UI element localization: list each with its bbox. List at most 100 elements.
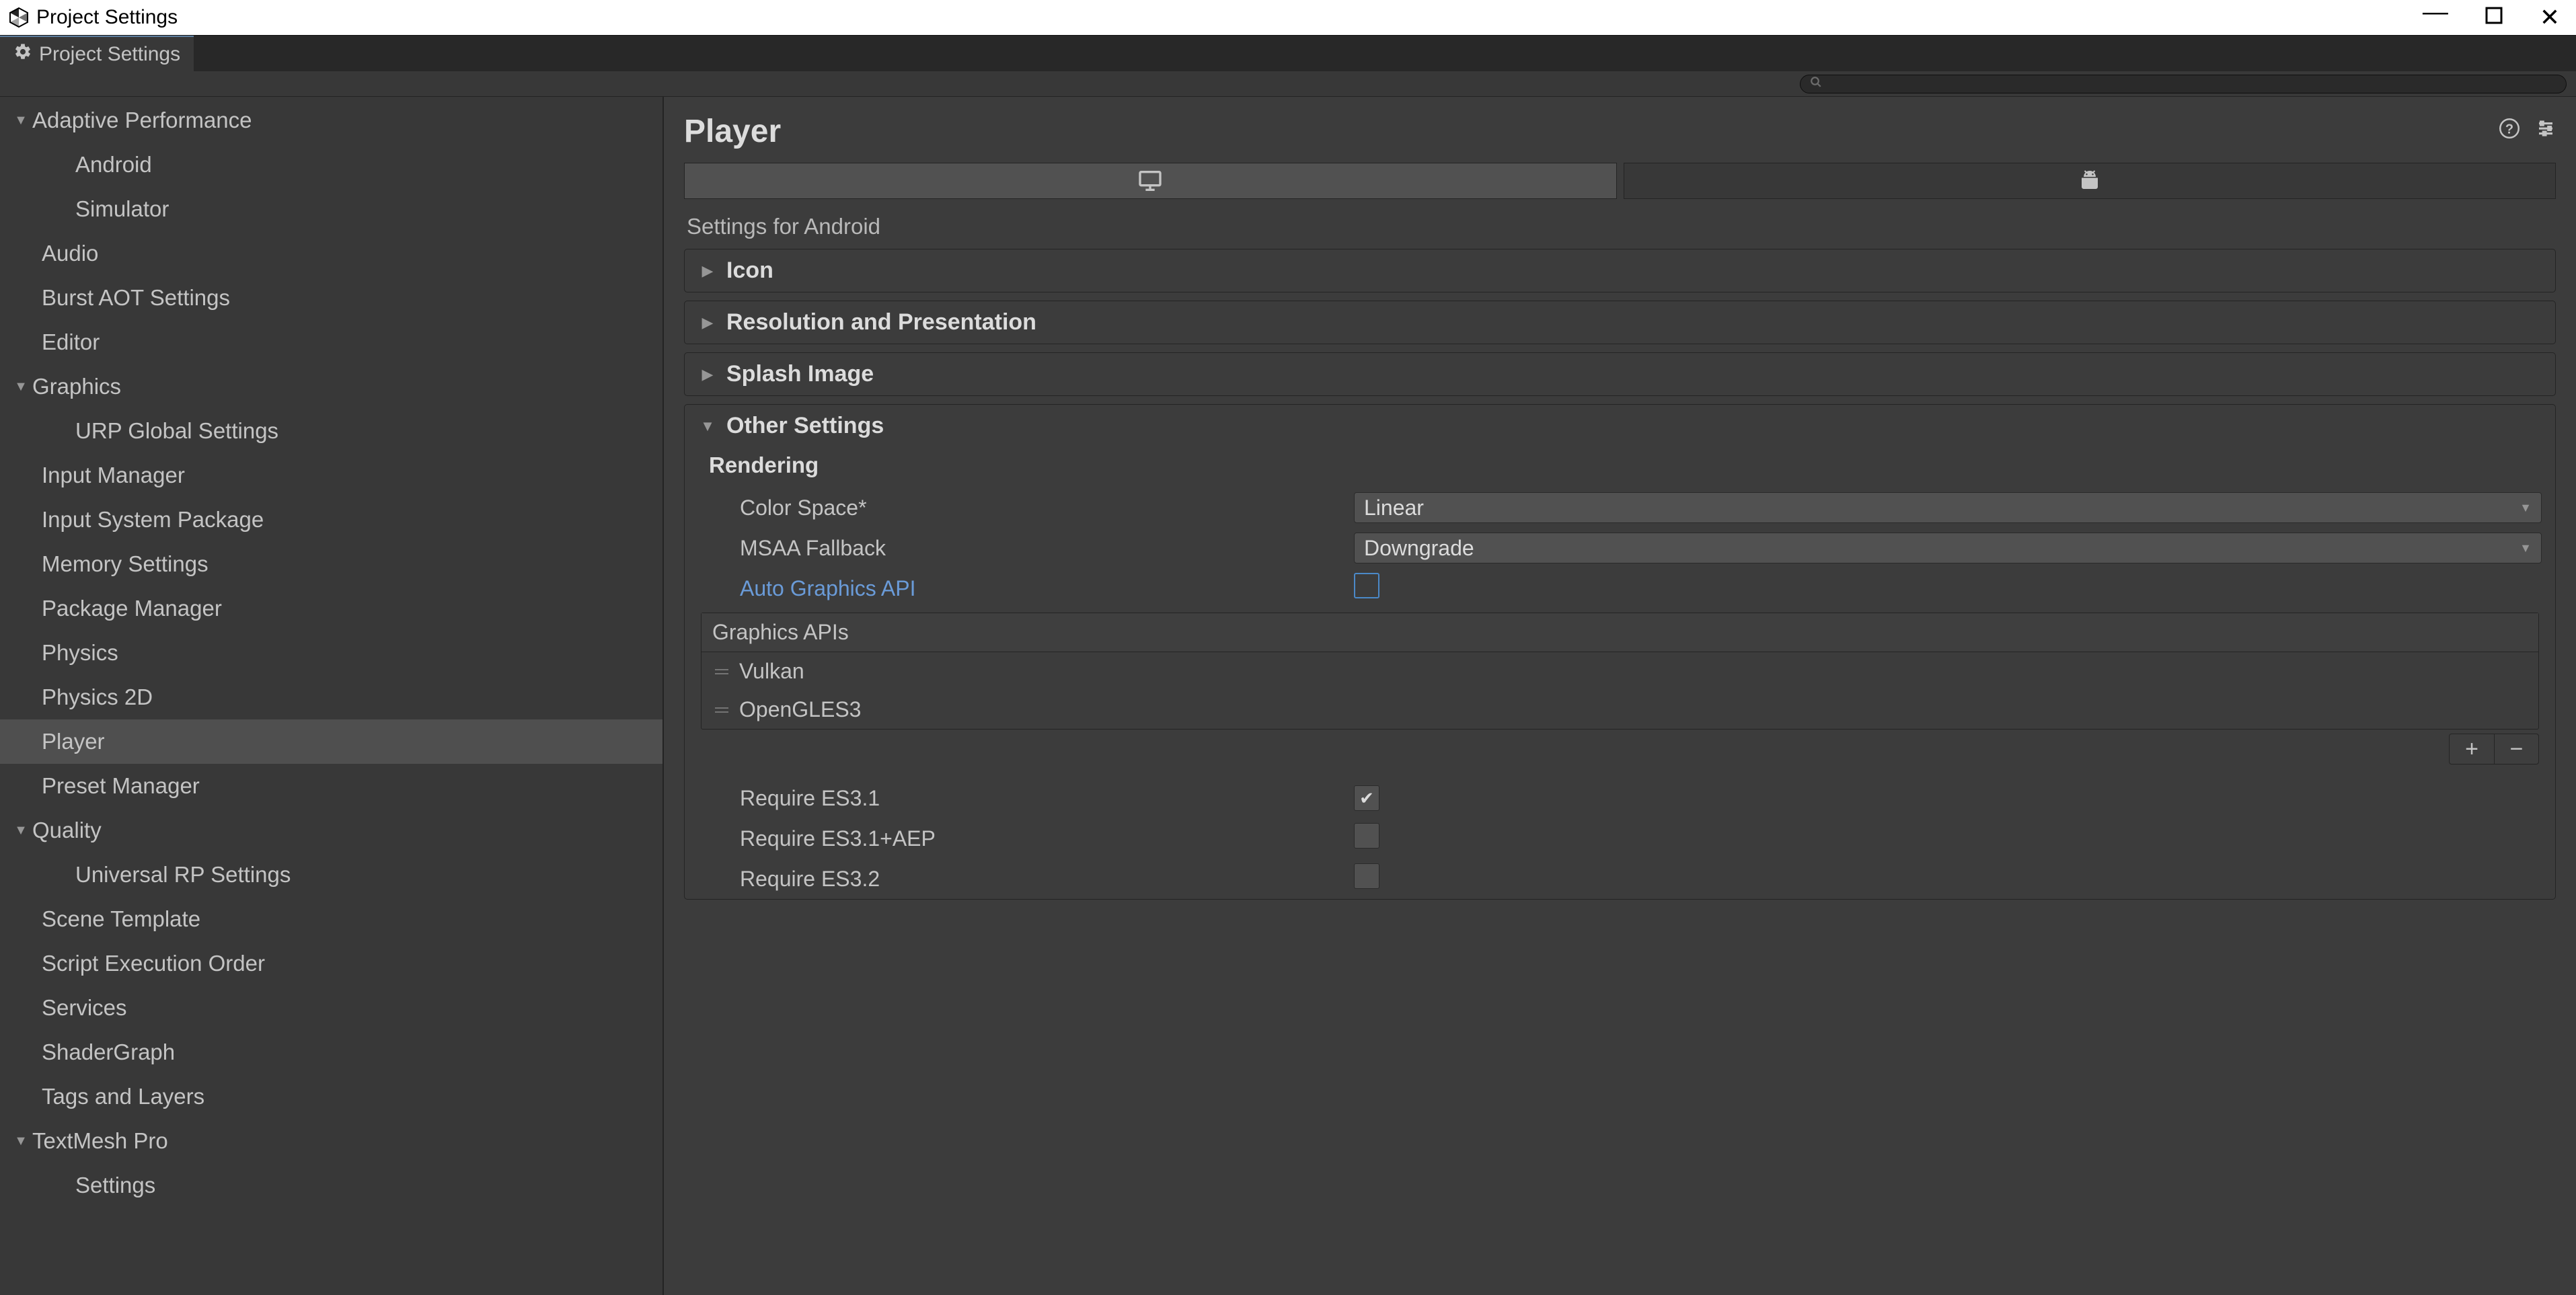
- graphics-apis-list: Graphics APIs Vulkan OpenGLES3: [701, 613, 2539, 730]
- sidebar-item-label: Package Manager: [42, 596, 222, 621]
- chevron-right-icon: ▶: [698, 262, 717, 280]
- color-space-label: Color Space*: [698, 496, 1354, 520]
- rendering-heading: Rendering: [709, 453, 2542, 478]
- project-settings-tab[interactable]: Project Settings: [0, 36, 194, 71]
- search-input[interactable]: [1800, 75, 2567, 93]
- close-button[interactable]: ✕: [2540, 3, 2560, 32]
- window-controls: — ✕: [2423, 3, 2560, 32]
- sidebar-item-label: Player: [42, 729, 105, 754]
- sidebar-item-burst-aot-settings[interactable]: Burst AOT Settings: [0, 276, 662, 320]
- sidebar-item-input-system-package[interactable]: Input System Package: [0, 498, 662, 542]
- sidebar-item-simulator[interactable]: Simulator: [0, 187, 662, 231]
- sidebar-item-physics[interactable]: Physics: [0, 631, 662, 675]
- chevron-down-icon: ▼: [2520, 541, 2532, 555]
- sidebar-item-label: Editor: [42, 329, 100, 355]
- sidebar-item-memory-settings[interactable]: Memory Settings: [0, 542, 662, 586]
- api-name: Vulkan: [739, 659, 804, 684]
- search-icon: [1810, 76, 1822, 91]
- gear-icon: [13, 42, 32, 67]
- sidebar-item-physics-2d[interactable]: Physics 2D: [0, 675, 662, 719]
- sidebar-item-label: Settings: [75, 1173, 155, 1198]
- chevron-down-icon: ▼: [9, 1134, 32, 1149]
- sidebar-item-universal-rp-settings[interactable]: Universal RP Settings: [0, 853, 662, 897]
- sidebar-item-label: Memory Settings: [42, 551, 209, 577]
- sidebar-item-label: Graphics: [32, 374, 121, 399]
- sidebar-item-adaptive-performance[interactable]: ▼Adaptive Performance: [0, 98, 662, 143]
- sidebar-item-input-manager[interactable]: Input Manager: [0, 453, 662, 498]
- auto-graphics-api-checkbox[interactable]: [1354, 573, 1379, 598]
- sidebar-item-label: Physics 2D: [42, 684, 153, 710]
- msaa-fallback-dropdown[interactable]: Downgrade ▼: [1354, 533, 2542, 563]
- graphics-api-item[interactable]: OpenGLES3: [702, 691, 2538, 729]
- help-icon[interactable]: ?: [2499, 118, 2520, 144]
- window-titlebar: Project Settings — ✕: [0, 0, 2576, 35]
- maximize-button[interactable]: [2485, 7, 2503, 29]
- sidebar-item-label: Physics: [42, 640, 118, 666]
- chevron-down-icon: ▼: [9, 379, 32, 395]
- sidebar-item-services[interactable]: Services: [0, 986, 662, 1030]
- sidebar-item-editor[interactable]: Editor: [0, 320, 662, 364]
- sidebar-item-label: Audio: [42, 241, 98, 266]
- sidebar-item-urp-global-settings[interactable]: URP Global Settings: [0, 409, 662, 453]
- chevron-down-icon: ▼: [9, 823, 32, 838]
- auto-graphics-api-label: Auto Graphics API: [698, 576, 1354, 601]
- sidebar-item-tags-and-layers[interactable]: Tags and Layers: [0, 1074, 662, 1119]
- drag-handle-icon[interactable]: [715, 669, 728, 674]
- graphics-api-item[interactable]: Vulkan: [702, 652, 2538, 691]
- foldout-resolution: ▶ Resolution and Presentation: [684, 301, 2556, 344]
- foldout-icon-header[interactable]: ▶ Icon: [698, 258, 2542, 284]
- sidebar-item-label: Burst AOT Settings: [42, 285, 230, 311]
- sidebar-item-quality[interactable]: ▼Quality: [0, 808, 662, 853]
- sidebar-item-package-manager[interactable]: Package Manager: [0, 586, 662, 631]
- sidebar-item-graphics[interactable]: ▼Graphics: [0, 364, 662, 409]
- require-es31aep-label: Require ES3.1+AEP: [698, 826, 1354, 851]
- sidebar-item-settings[interactable]: Settings: [0, 1163, 662, 1208]
- chevron-right-icon: ▶: [698, 314, 717, 331]
- sidebar-item-label: TextMesh Pro: [32, 1128, 168, 1154]
- msaa-fallback-label: MSAA Fallback: [698, 536, 1354, 561]
- unity-logo-icon: [8, 7, 30, 28]
- chevron-down-icon: ▼: [698, 418, 717, 435]
- sidebar-item-textmesh-pro[interactable]: ▼TextMesh Pro: [0, 1119, 662, 1163]
- search-field[interactable]: [1822, 75, 2556, 93]
- drag-handle-icon[interactable]: [715, 707, 728, 713]
- sidebar-item-shadergraph[interactable]: ShaderGraph: [0, 1030, 662, 1074]
- sidebar-item-preset-manager[interactable]: Preset Manager: [0, 764, 662, 808]
- foldout-other-header[interactable]: ▼ Other Settings: [698, 413, 2542, 439]
- sidebar-item-audio[interactable]: Audio: [0, 231, 662, 276]
- foldout-splash-header[interactable]: ▶ Splash Image: [698, 361, 2542, 387]
- platform-tab-standalone[interactable]: [684, 163, 1617, 199]
- require-es31-checkbox[interactable]: [1354, 785, 1379, 811]
- sidebar-item-label: Adaptive Performance: [32, 108, 252, 133]
- graphics-apis-header: Graphics APIs: [702, 613, 2538, 652]
- preset-icon[interactable]: [2536, 118, 2556, 144]
- foldout-resolution-header[interactable]: ▶ Resolution and Presentation: [698, 309, 2542, 336]
- sidebar-item-scene-template[interactable]: Scene Template: [0, 897, 662, 941]
- platform-tab-android[interactable]: [1624, 163, 2556, 199]
- sidebar-item-script-execution-order[interactable]: Script Execution Order: [0, 941, 662, 986]
- minimize-button[interactable]: —: [2423, 0, 2448, 27]
- chevron-down-icon: ▼: [2520, 501, 2532, 515]
- page-title: Player: [684, 113, 781, 150]
- editor-tab-strip: Project Settings: [0, 35, 2576, 71]
- settings-sidebar: ▼Adaptive PerformanceAndroidSimulatorAud…: [0, 97, 664, 1295]
- sidebar-item-player[interactable]: Player: [0, 719, 662, 764]
- sidebar-item-android[interactable]: Android: [0, 143, 662, 187]
- add-button[interactable]: +: [2450, 734, 2494, 764]
- list-footer: + −: [2449, 734, 2539, 764]
- require-es31-label: Require ES3.1: [698, 786, 1354, 811]
- api-name: OpenGLES3: [739, 697, 861, 722]
- tab-label: Project Settings: [39, 43, 180, 66]
- foldout-label: Resolution and Presentation: [726, 309, 1036, 336]
- remove-button[interactable]: −: [2494, 734, 2538, 764]
- sidebar-item-label: URP Global Settings: [75, 418, 278, 444]
- require-es32-checkbox[interactable]: [1354, 863, 1379, 889]
- chevron-down-icon: ▼: [9, 113, 32, 128]
- require-es31aep-checkbox[interactable]: [1354, 823, 1379, 849]
- svg-text:?: ?: [2505, 122, 2513, 137]
- toolbar: [0, 71, 2576, 97]
- sidebar-item-label: Quality: [32, 818, 102, 843]
- color-space-dropdown[interactable]: Linear ▼: [1354, 492, 2542, 523]
- dropdown-value: Linear: [1364, 496, 1424, 520]
- sidebar-item-label: Tags and Layers: [42, 1084, 204, 1109]
